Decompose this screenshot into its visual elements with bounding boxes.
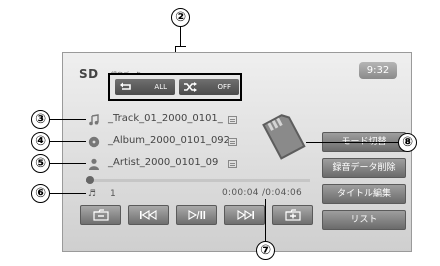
shuffle-button[interactable]: OFF bbox=[179, 79, 239, 95]
menu-icon bbox=[228, 160, 237, 168]
clock: 9:32 bbox=[359, 62, 397, 79]
sd-card-icon bbox=[262, 114, 306, 160]
artist-name: _Artist_2000_0101_09 bbox=[108, 157, 219, 168]
callout-3: ③ bbox=[31, 110, 50, 129]
leader-line-5 bbox=[50, 163, 86, 164]
leader-line-4 bbox=[50, 141, 86, 142]
shuffle-icon bbox=[184, 82, 197, 92]
folder-up-icon bbox=[92, 209, 109, 221]
source-label: SD bbox=[79, 67, 99, 81]
play-pause-button[interactable] bbox=[176, 205, 217, 225]
callout-7: ⑦ bbox=[256, 241, 275, 260]
music-note-icon bbox=[89, 114, 99, 126]
progress-knob[interactable] bbox=[85, 176, 94, 184]
track-title: _Track_01_2000_0101_ bbox=[108, 113, 223, 124]
transport-controls bbox=[80, 205, 316, 227]
skip-forward-icon bbox=[236, 210, 254, 220]
track-title-row: _Track_01_2000_0101_ bbox=[88, 113, 238, 127]
album-title-row: _Album_2000_0101_092 bbox=[88, 135, 238, 149]
leader-line-2 bbox=[180, 27, 181, 46]
repeat-button[interactable]: ALL bbox=[115, 79, 175, 95]
callout-4: ④ bbox=[31, 132, 50, 151]
progress-bar[interactable] bbox=[85, 176, 310, 184]
leader-line-3 bbox=[50, 119, 86, 120]
leader-line-7 bbox=[265, 199, 266, 241]
leader-line-8 bbox=[306, 142, 398, 143]
callout-6: ⑥ bbox=[31, 184, 50, 203]
album-title: _Album_2000_0101_092 bbox=[108, 135, 231, 146]
skip-back-icon bbox=[139, 210, 157, 220]
play-pause-icon bbox=[187, 210, 205, 220]
time-display: 0:00:04 /0:04:06 bbox=[222, 188, 303, 198]
shuffle-value: OFF bbox=[217, 83, 231, 91]
leader-line-6 bbox=[50, 193, 86, 194]
disc-icon bbox=[88, 136, 100, 148]
track-number-icon: ♬ bbox=[88, 189, 97, 199]
delete-recording-button[interactable]: 録音データ削除 bbox=[322, 158, 406, 178]
repeat-icon bbox=[120, 82, 131, 90]
folder-up-button[interactable] bbox=[80, 205, 121, 225]
callout-5: ⑤ bbox=[31, 154, 50, 173]
next-button[interactable] bbox=[224, 205, 265, 225]
folder-down-button[interactable] bbox=[272, 205, 313, 225]
edit-title-button[interactable]: タイトル編集 bbox=[322, 184, 406, 204]
callout-2: ② bbox=[171, 8, 190, 27]
track-number: 1 bbox=[110, 189, 116, 199]
callout-8: ⑧ bbox=[398, 133, 417, 152]
list-button[interactable]: リスト bbox=[322, 210, 406, 230]
previous-button[interactable] bbox=[128, 205, 169, 225]
menu-icon bbox=[228, 116, 237, 124]
artist-name-row: _Artist_2000_0101_09 bbox=[88, 157, 238, 171]
play-mode-panel: ALL OFF bbox=[108, 73, 242, 101]
leader-bracket-2 bbox=[175, 46, 186, 47]
person-icon bbox=[89, 158, 99, 170]
folder-down-icon bbox=[284, 209, 301, 221]
menu-icon bbox=[228, 138, 237, 146]
repeat-value: ALL bbox=[154, 83, 167, 91]
